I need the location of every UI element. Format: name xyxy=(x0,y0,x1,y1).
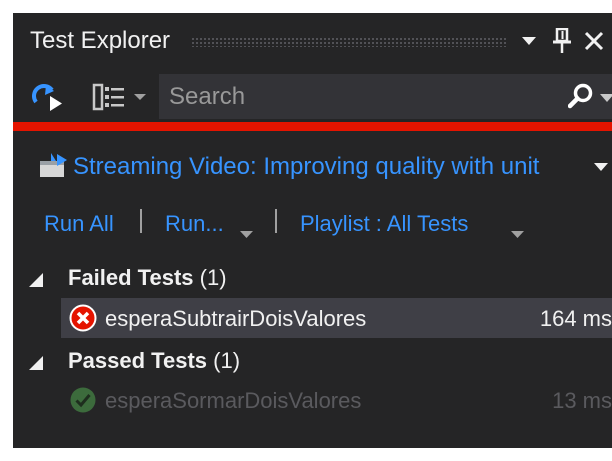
toolbar xyxy=(13,71,612,121)
project-selector[interactable]: Streaming Video: Improving quality with … xyxy=(13,145,612,185)
expanded-arrow-icon[interactable] xyxy=(28,272,44,293)
group-count: (1) xyxy=(213,348,241,373)
run-dropdown-icon[interactable] xyxy=(240,219,253,245)
project-dropdown-icon[interactable] xyxy=(594,159,608,177)
failed-icon xyxy=(69,304,97,332)
group-by-icon[interactable] xyxy=(89,81,129,113)
group-label: Passed Tests (1) xyxy=(68,348,241,373)
test-duration: 13 ms xyxy=(552,388,612,413)
window-title: Test Explorer xyxy=(30,27,171,54)
group-count: (1) xyxy=(199,265,227,290)
expanded-arrow-icon[interactable] xyxy=(28,355,44,376)
passed-icon xyxy=(69,386,97,414)
group-label: Failed Tests (1) xyxy=(68,265,227,290)
run-link[interactable]: Run... xyxy=(165,211,224,237)
run-all-link[interactable]: Run All xyxy=(44,211,114,237)
pin-icon[interactable] xyxy=(548,23,576,59)
test-duration: 164 ms xyxy=(539,306,612,331)
window-menu-dropdown-icon[interactable] xyxy=(516,23,542,59)
search-icon[interactable] xyxy=(564,80,598,112)
playlist-dropdown-icon[interactable] xyxy=(511,219,524,245)
action-separator xyxy=(275,209,277,233)
test-status-bar xyxy=(13,122,612,131)
test-name: esperaSormarDoisValores xyxy=(105,388,362,413)
search-box[interactable] xyxy=(159,74,612,119)
run-tests-icon[interactable] xyxy=(31,81,67,113)
action-bar: Run All Run... Playlist : All Tests xyxy=(13,203,612,243)
search-options-dropdown-icon[interactable] xyxy=(600,90,612,104)
search-input[interactable] xyxy=(167,80,551,114)
action-separator xyxy=(140,209,142,233)
group-by-dropdown-icon[interactable] xyxy=(131,81,149,113)
project-icon xyxy=(39,153,69,184)
test-name: esperaSubtrairDoisValores xyxy=(105,306,367,331)
test-row-failed[interactable]: esperaSubtrairDoisValores 164 ms xyxy=(61,298,612,338)
title-bar: Test Explorer xyxy=(13,13,612,71)
playlist-link[interactable]: Playlist : All Tests xyxy=(300,211,468,237)
test-explorer-panel: Test Explorer Search Streaming Video: Im… xyxy=(13,13,612,448)
group-failed-tests[interactable]: Failed Tests (1) xyxy=(13,259,612,297)
test-row-passed[interactable]: esperaSormarDoisValores 13 ms xyxy=(61,380,612,420)
project-label: Streaming Video: Improving quality with … xyxy=(73,153,540,180)
title-grip[interactable] xyxy=(191,37,507,47)
close-icon[interactable] xyxy=(580,23,608,59)
group-passed-tests[interactable]: Passed Tests (1) xyxy=(13,342,612,380)
